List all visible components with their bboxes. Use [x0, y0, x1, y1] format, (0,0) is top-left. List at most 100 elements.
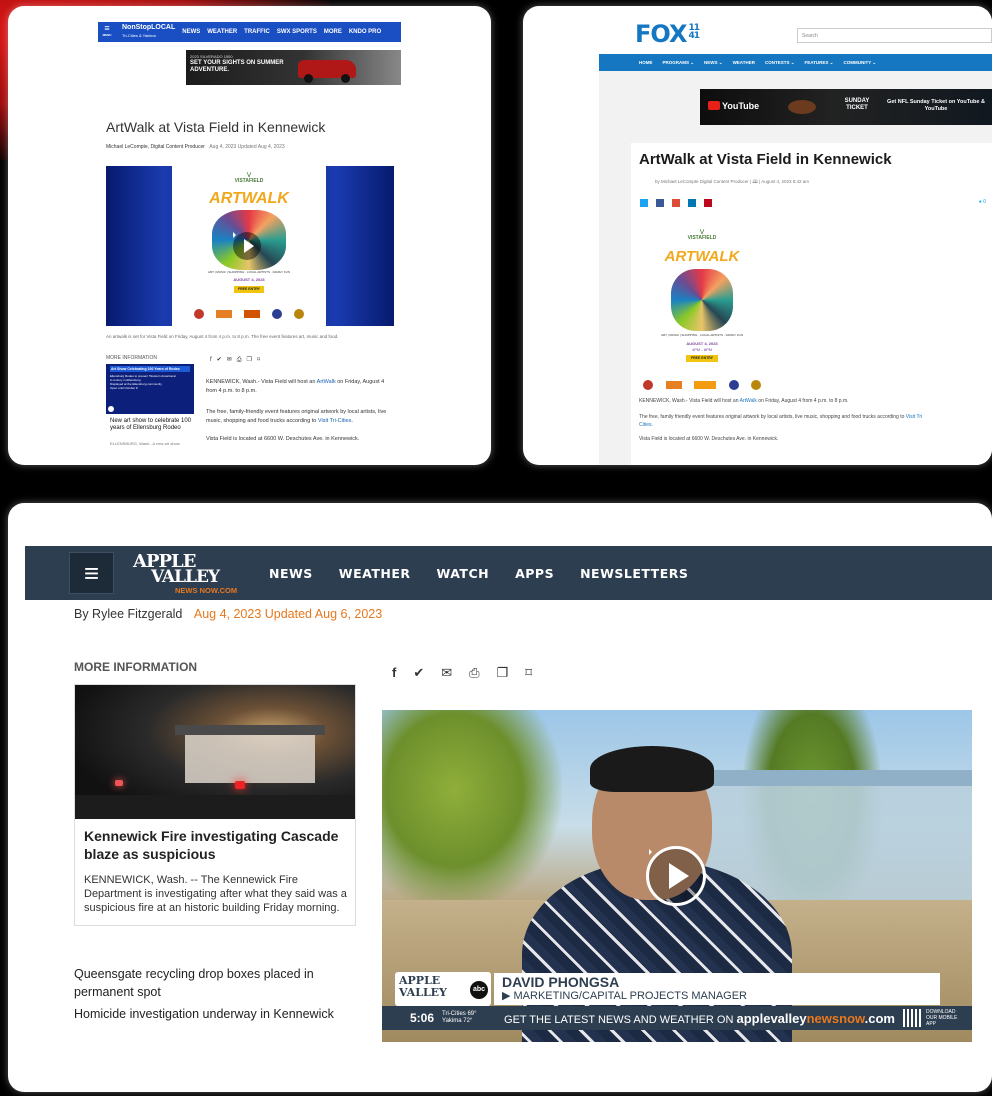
- ticker-site: .com: [864, 1010, 895, 1026]
- youtube-nfl-ad[interactable]: YouTube SUNDAY TICKET Get NFL Sunday Tic…: [700, 89, 992, 125]
- menu-label: MENU: [102, 33, 112, 37]
- nav-features[interactable]: FEATURES ⌄: [805, 60, 834, 66]
- comment-count[interactable]: ● 0: [979, 199, 986, 205]
- screenshot-kndo-article: ≡ MENU NonStopLOCAL Tri-Cities & Yakima N…: [8, 6, 491, 465]
- article-body-1: KENNEWICK, Wash.- Vista Field will host …: [639, 398, 989, 404]
- paint-splash-art: [671, 269, 733, 331]
- bookmark-icon[interactable]: ⌑: [525, 665, 532, 681]
- fox-logo[interactable]: FOX 11 41: [635, 20, 702, 48]
- lower-third-name: DAVID PHONGSA ▶ MARKETING/CAPITAL PROJEC…: [494, 973, 940, 1005]
- ticker-message: GET THE LATEST NEWS AND WEATHER ON: [504, 1013, 737, 1026]
- nav-newsletters[interactable]: NEWSLETTERS: [580, 566, 688, 581]
- video-caption: An artwalk is set for Vista Field on Fri…: [106, 334, 339, 339]
- kndo-brand[interactable]: NonStopLOCAL Tri-Cities & Yakima: [122, 24, 175, 40]
- linkedin-icon[interactable]: [688, 199, 696, 207]
- person-hair: [590, 746, 714, 792]
- nav-kndo-pro[interactable]: KNDO PRO: [349, 29, 381, 35]
- body-text: .: [351, 418, 353, 424]
- bookmark-icon[interactable]: ⌑: [257, 356, 260, 363]
- nav-contests[interactable]: CONTESTS ⌄: [765, 60, 795, 66]
- print-icon[interactable]: ⎙: [469, 665, 479, 681]
- ticker-text: GET THE LATEST NEWS AND WEATHER ON apple…: [504, 1011, 895, 1026]
- facebook-icon[interactable]: f: [210, 357, 212, 363]
- avnn-logo[interactable]: APPLE VALLEY NEWS NOW.COM: [133, 551, 243, 595]
- facebook-icon[interactable]: [656, 199, 664, 207]
- screenshot-applevalley-article: ≡ APPLE VALLEY NEWS NOW.COM NEWS WEATHER…: [8, 503, 992, 1092]
- fox-article-card: ArtWalk at Vista Field in Kennewick by M…: [631, 143, 992, 465]
- thumb-line: Open until October 8: [110, 386, 138, 390]
- fire-truck-light: [115, 780, 123, 786]
- poster-time: 4PM - 8PM: [691, 347, 712, 352]
- vista-field-logo: ⋁ VISTAFIELD: [687, 229, 717, 241]
- email-icon[interactable]: ✉: [227, 356, 232, 363]
- qr-code-icon: [902, 1009, 923, 1027]
- nav-news[interactable]: NEWS ⌄: [704, 60, 723, 66]
- copy-icon[interactable]: ❐: [247, 356, 252, 363]
- print-icon[interactable]: ⎙: [237, 357, 242, 364]
- google-plus-icon[interactable]: [672, 199, 680, 207]
- share-icons: f ✔ ✉ ⎙ ❐ ⌑: [392, 665, 537, 681]
- related-link-2[interactable]: Homicide investigation underway in Kenne…: [74, 1007, 364, 1021]
- comment-number: 0: [983, 199, 986, 205]
- artwalk-link[interactable]: ArtWalk: [317, 379, 336, 385]
- ad-headline: SET YOUR SIGHTS ON SUMMER ADVENTURE.: [190, 60, 284, 73]
- byline-date: Aug 4, 2023 Updated Aug 4, 2023: [209, 144, 285, 150]
- hamburger-icon[interactable]: ≡: [69, 552, 114, 594]
- nav-weather[interactable]: WEATHER: [733, 60, 755, 65]
- video-player[interactable]: ⋁ VISTAFIELD ARTWALK ART | MUSIC | SHOPPI…: [106, 166, 394, 326]
- facebook-icon[interactable]: f: [392, 665, 396, 681]
- nav-weather[interactable]: WEATHER: [339, 566, 411, 581]
- nav-swx-sports[interactable]: SWX SPORTS: [277, 29, 317, 35]
- lower-logo-text: APPLE VALLEY: [399, 974, 447, 999]
- hamburger-icon[interactable]: ≡ MENU: [98, 24, 116, 39]
- article-byline: by Michael LeCompte Digital Content Prod…: [655, 179, 809, 184]
- building-shape: [185, 733, 315, 783]
- nav-more[interactable]: MORE: [324, 29, 342, 35]
- video-player[interactable]: APPLE VALLEY abc DAVID PHONGSA ▶ MARKETI…: [382, 710, 972, 1042]
- chevy-ad-banner[interactable]: 2023 SILVERADO 1500 SET YOUR SIGHTS ON S…: [186, 50, 401, 85]
- body-text: KENNEWICK, Wash.- Vista Field will host …: [206, 379, 317, 385]
- visit-tricities-link[interactable]: Visit Tri-Cities: [318, 418, 352, 424]
- poster-date: AUGUST 4, 2023: [233, 277, 265, 282]
- related-headline[interactable]: New art show to celebrate 100 years of E…: [110, 418, 194, 432]
- byline-author[interactable]: Michael LeCompte, Digital Content Produc…: [106, 144, 205, 150]
- speaker-name: DAVID PHONGSA: [502, 974, 620, 990]
- fire-photo: [75, 685, 355, 819]
- avnn-nav-bar: ≡ APPLE VALLEY NEWS NOW.COM NEWS WEATHER…: [25, 546, 992, 600]
- nav-home[interactable]: HOME: [639, 60, 653, 65]
- card-summary: KENNEWICK, Wash. -- The Kennewick Fire D…: [84, 874, 347, 914]
- street-ground: [75, 795, 355, 819]
- body-text: The free, family-friendly event features…: [206, 409, 387, 424]
- byline-author[interactable]: By Rylee Fitzgerald: [74, 607, 182, 621]
- thumb-play-icon[interactable]: [108, 406, 114, 412]
- nav-apps[interactable]: APPS: [515, 566, 554, 581]
- nav-watch[interactable]: WATCH: [436, 566, 489, 581]
- artwalk-link[interactable]: ArtWalk: [740, 398, 757, 404]
- nav-news[interactable]: NEWS: [269, 566, 313, 581]
- nav-news[interactable]: NEWS: [182, 29, 200, 35]
- pinterest-icon[interactable]: [704, 199, 712, 207]
- twitter-icon[interactable]: [640, 199, 648, 207]
- poster-free-entry: FREE ENTRY: [234, 286, 264, 293]
- search-input[interactable]: Search: [797, 28, 992, 43]
- nav-programs[interactable]: PROGRAMS ⌄: [663, 60, 695, 66]
- screenshot-fox-article: FOX 11 41 Search HOME PROGRAMS ⌄ NEWS ⌄ W…: [523, 6, 992, 465]
- more-info-label: MORE INFORMATION: [106, 355, 158, 361]
- nav-community[interactable]: COMMUNITY ⌄: [843, 60, 876, 66]
- related-link-1[interactable]: Queensgate recycling drop boxes placed i…: [74, 965, 334, 1001]
- twitter-icon[interactable]: ✔: [217, 356, 222, 363]
- card-title[interactable]: Kennewick Fire investigating Cascade bla…: [84, 827, 346, 863]
- copy-icon[interactable]: ❐: [497, 665, 509, 681]
- email-icon[interactable]: ✉: [441, 665, 452, 681]
- ad-copy: Get NFL Sunday Ticket on YouTube & YouTu…: [887, 99, 985, 112]
- logo-valley: VALLEY: [151, 567, 220, 587]
- related-card[interactable]: Kennewick Fire investigating Cascade bla…: [74, 684, 356, 926]
- nav-weather[interactable]: WEATHER: [207, 29, 237, 35]
- nav-traffic[interactable]: TRAFFIC: [244, 29, 270, 35]
- twitter-icon[interactable]: ✔: [413, 665, 424, 681]
- article-title: ArtWalk at Vista Field in Kennewick: [106, 119, 326, 135]
- share-icons: f ✔ ✉ ⎙ ❐ ⌑: [210, 356, 265, 364]
- related-thumbnail[interactable]: Art Show Celebrating 100 Years of Rodeo …: [106, 364, 194, 414]
- social-share-row: [640, 199, 712, 207]
- body-text: KENNEWICK, Wash.- Vista Field will host …: [639, 398, 740, 404]
